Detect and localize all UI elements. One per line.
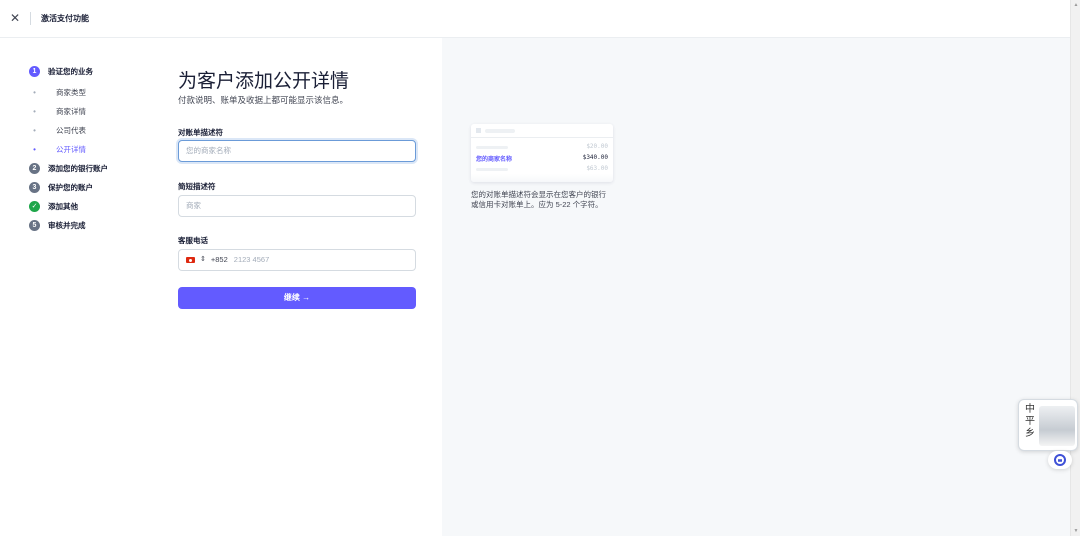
support-phone-input[interactable]: ⇕ +852 2123 4567 bbox=[178, 249, 416, 271]
substep-label: 公司代表 bbox=[56, 126, 86, 135]
top-bar: ✕ 激活支付功能 bbox=[0, 0, 1070, 38]
row-amount: $340.00 bbox=[582, 154, 608, 161]
card-header bbox=[471, 124, 613, 138]
chat-bot-icon bbox=[1054, 454, 1066, 466]
page-header-title: 激活支付功能 bbox=[41, 14, 89, 23]
widget-characters: 中 平 乡 bbox=[1025, 404, 1035, 439]
substep-representative[interactable]: • 公司代表 bbox=[29, 125, 86, 136]
scroll-up-icon[interactable]: ▲ bbox=[1073, 2, 1079, 8]
card-icon bbox=[476, 128, 481, 133]
short-descriptor-input[interactable]: 商家 bbox=[178, 195, 416, 217]
preview-description: 您的对账单描述符会显示在您客户的银行或信用卡对账单上。应为 5-22 个字符。 bbox=[471, 190, 606, 209]
step-review-finish[interactable]: 5 审核并完成 bbox=[29, 220, 86, 231]
step-secure-account[interactable]: 3 保护您的账户 bbox=[29, 182, 93, 193]
step-number-badge: 3 bbox=[29, 182, 40, 193]
statement-row: $20.00 bbox=[476, 143, 608, 152]
chat-assistant-button[interactable] bbox=[1048, 451, 1072, 469]
step-label: 保护您的账户 bbox=[48, 183, 93, 192]
placeholder-bar bbox=[476, 168, 508, 171]
card-fade bbox=[471, 174, 613, 182]
vertical-scrollbar[interactable]: ▲ ▼ bbox=[1070, 0, 1080, 536]
page-title: 为客户添加公开详情 bbox=[178, 71, 350, 92]
checkmark-icon: ✓ bbox=[29, 201, 40, 212]
dot-icon: • bbox=[33, 87, 36, 97]
hong-kong-flag-icon[interactable] bbox=[186, 257, 195, 263]
statement-preview-card: $20.00 您的商家名称 $340.00 $63.00 bbox=[471, 124, 613, 182]
dot-icon: • bbox=[33, 144, 36, 154]
step-label: 验证您的业务 bbox=[48, 67, 93, 76]
scroll-down-icon[interactable]: ▼ bbox=[1073, 528, 1079, 534]
statement-row: $63.00 bbox=[476, 165, 608, 174]
statement-preview-panel: $20.00 您的商家名称 $340.00 $63.00 您的对账单描述符会显示… bbox=[442, 38, 1070, 536]
merchant-name: 您的商家名称 bbox=[476, 157, 513, 163]
substep-label: 商家详情 bbox=[56, 107, 86, 116]
step-label: 添加您的银行账户 bbox=[48, 164, 108, 173]
phone-placeholder: 2123 4567 bbox=[233, 255, 270, 264]
chevron-updown-icon[interactable]: ⇕ bbox=[200, 250, 206, 270]
substep-public-details[interactable]: • 公开详情 bbox=[29, 144, 86, 155]
support-phone-label: 客服电话 bbox=[178, 236, 208, 245]
close-icon[interactable]: ✕ bbox=[9, 12, 21, 24]
step-add-extras[interactable]: ✓ 添加其他 bbox=[29, 201, 78, 212]
dot-icon: • bbox=[33, 106, 36, 116]
statement-descriptor-input[interactable]: 您的商家名称 bbox=[178, 140, 416, 162]
short-descriptor-label: 简短描述符 bbox=[178, 182, 216, 191]
divider bbox=[30, 12, 31, 25]
page-subtitle: 付款说明、账单及收据上都可能显示该信息。 bbox=[178, 95, 349, 105]
substep-business-details[interactable]: • 商家详情 bbox=[29, 106, 86, 117]
step-number-badge: 1 bbox=[29, 66, 40, 77]
landscape-image bbox=[1039, 406, 1075, 446]
step-label: 审核并完成 bbox=[48, 221, 86, 230]
floating-ime-widget[interactable]: 中 平 乡 bbox=[1018, 399, 1078, 451]
dot-icon: • bbox=[33, 125, 36, 135]
row-amount: $63.00 bbox=[586, 165, 608, 172]
substep-label: 商家类型 bbox=[56, 88, 86, 97]
substep-business-type[interactable]: • 商家类型 bbox=[29, 87, 86, 98]
step-bank-account[interactable]: 2 添加您的银行账户 bbox=[29, 163, 108, 174]
country-code: +852 bbox=[210, 255, 228, 264]
continue-button[interactable]: 继续 → bbox=[178, 287, 416, 309]
step-number-badge: 2 bbox=[29, 163, 40, 174]
step-verify-business[interactable]: 1 验证您的业务 bbox=[29, 66, 93, 77]
card-header-bar bbox=[485, 129, 515, 133]
step-number-badge: 5 bbox=[29, 220, 40, 231]
substep-label: 公开详情 bbox=[56, 145, 86, 154]
statement-row-highlight: 您的商家名称 $340.00 bbox=[476, 154, 608, 163]
step-label: 添加其他 bbox=[48, 202, 78, 211]
row-amount: $20.00 bbox=[586, 143, 608, 150]
placeholder-bar bbox=[476, 146, 508, 149]
statement-descriptor-label: 对账单描述符 bbox=[178, 128, 223, 137]
